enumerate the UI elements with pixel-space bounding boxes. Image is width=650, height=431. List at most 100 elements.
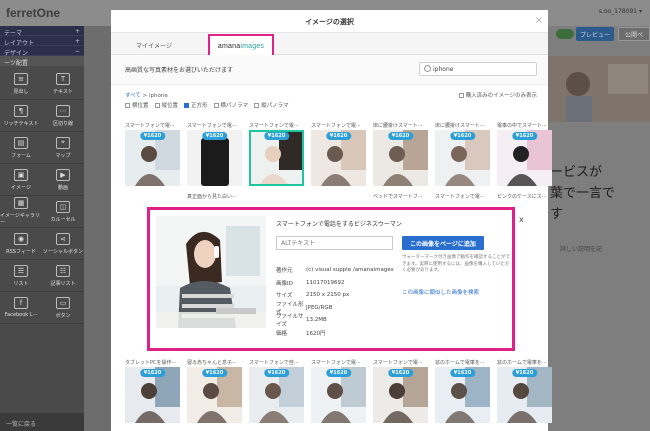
widget-item[interactable]: ⋯ 区切り線 [42,100,84,132]
widget-item[interactable]: ☰ リスト [0,260,42,292]
sidebar-section-1[interactable]: レイアウト + [0,36,84,47]
detail-close-icon[interactable]: x [519,215,524,224]
purchased-label: 購入済みのイメージのみ表示 [465,93,537,99]
filter-label: 横位置 [132,103,149,109]
widget-item[interactable]: T テキスト [42,68,84,100]
purchased-only-filter[interactable]: 購入済みのイメージのみ表示 [458,91,537,99]
image-caption: タブレットPCを操作··· [125,360,177,366]
widget-label: 動画 [57,184,68,191]
image-result[interactable]: スマートフォンで電··· ¥1620 [125,122,180,186]
image-caption-below: 真正面から見た白い··· [187,194,237,200]
filter-checkbox[interactable] [154,102,160,108]
image-thumbnail[interactable]: ¥1620 [187,130,242,186]
orientation-filter[interactable]: 横パノラマ [213,101,248,109]
sidebar-section-0[interactable]: テーマ + [0,26,84,37]
image-thumbnail[interactable]: ¥1620 [311,130,366,186]
search-similar-link[interactable]: この画像に類似した画像を検索 [402,288,479,296]
widget-item[interactable]: ▤ フォーム [0,132,42,164]
search-box[interactable] [419,62,537,76]
image-result[interactable]: スマートフォンで電··· ¥1620 [373,359,428,423]
orientation-filter[interactable]: 横位置 [125,101,149,109]
image-thumbnail[interactable]: ¥1620 [497,367,552,423]
widget-item[interactable]: ⋖ ソーシャルボタン [42,228,84,260]
search-input[interactable] [433,64,533,74]
widget-item[interactable]: ◉ RSSフィード [0,228,42,260]
breadcrumb-all-link[interactable]: すべて [125,93,141,99]
sidebar-section-2[interactable]: デザイン − [0,46,84,57]
image-caption: 床に腰掛けスマート··· [373,123,423,129]
image-result[interactable]: タブレットPCを操作··· ¥1620 [125,359,180,423]
account-menu[interactable]: s.oo_178091 ▾ [599,8,642,15]
filter-checkbox[interactable] [254,102,260,108]
widget-item[interactable]: ▶ 動画 [42,164,84,196]
close-icon[interactable]: × [535,15,543,26]
image-caption-below: ベッドでスマートフ··· [373,194,423,200]
filter-checkbox[interactable] [125,102,130,108]
facebook-icon: f [14,297,28,309]
widget-item[interactable]: ⌖ マップ [42,132,84,164]
price-badge: ¥1620 [139,369,166,377]
image-result[interactable]: 電車の中でスマート··· ¥1620 [497,122,552,186]
image-result[interactable]: 窓のホームで電車を··· ¥1620 [435,359,490,423]
widget-item[interactable]: f Facebook L··· [0,292,42,324]
filter-checkbox[interactable] [213,102,219,108]
widget-item[interactable]: ▭ ボタン [42,292,84,324]
image-thumbnail[interactable]: ¥1620 [125,367,180,423]
toggle-switch[interactable] [556,29,574,39]
widget-item[interactable]: ≡ 見出し [0,68,42,100]
image-thumbnail[interactable]: ¥1620 [435,367,490,423]
image-thumbnail[interactable]: ¥1620 ✔ [249,130,304,186]
image-result[interactable]: スマートフォンで電··· ¥1620 [187,122,242,186]
text-icon: T [56,72,70,85]
back-to-list-button[interactable]: 一覧に戻る [0,413,84,431]
orientation-filter[interactable]: 縦パノラマ [254,101,289,109]
filter-checkbox[interactable] [184,102,190,108]
metadata-value: 11017019692 [306,279,345,286]
image-thumbnail[interactable]: ¥1620 [311,367,366,423]
widget-item[interactable]: ☷ 記事リスト [42,260,84,292]
image-result[interactable]: 寝る赤ちゃんと息子··· ¥1620 [187,359,242,423]
purchased-checkbox[interactable] [458,92,464,98]
tab-amanaimages[interactable]: amana images [208,34,274,56]
image-result[interactable]: スマートフォンで電··· ¥1620 [311,122,366,186]
price-badge: ¥1620 [201,132,228,140]
share-icon: ⋖ [56,232,70,245]
image-caption-below [311,193,366,201]
image-caption: 窓のホームで電車を··· [497,360,547,366]
preview-button[interactable]: プレビュー [576,27,614,41]
image-result[interactable]: 窓のホームで電車を··· ¥1620 [497,359,552,423]
orientation-filter[interactable]: 縦位置 [154,101,178,109]
widget-item[interactable]: ◫ カルーセル [42,196,84,228]
image-metadata: 著作元 (c) visual supple /amanaimages 画像ID 110… [276,264,394,339]
image-result[interactable]: スマートフォンで電··· ¥1620 [311,359,366,423]
breadcrumb: すべて > iphone [125,91,168,99]
image-thumbnail[interactable]: ¥1620 [187,367,242,423]
image-result[interactable]: スマートフォンで自··· ¥1620 [249,359,304,423]
image-result[interactable]: 床に腰掛けスマート··· ¥1620 [373,122,428,186]
widget-grid: ≡ 見出し T テキスト ¶ リッチテキスト ⋯ 区切り線 ▤ フォーム ⌖ マップ ▣ イメージ ▶ 動画 ▦… [0,66,84,324]
image-thumbnail[interactable]: ¥1620 [373,367,428,423]
alt-text-input[interactable] [276,236,393,250]
expand-toggle-icon: + [74,28,80,35]
image-thumbnail[interactable]: ¥1620 [497,130,552,186]
orientation-filter[interactable]: 正方形 [184,101,208,109]
image-result[interactable]: 床に腰掛けスマート··· ¥1620 [435,122,490,186]
image-results-row-1: スマートフォンで電··· ¥1620 スマートフォンで電··· ¥1620 スマートフォ… [125,122,552,186]
image-result[interactable]: スマートフォンで電··· ¥1620 ✔ [249,122,304,186]
tab-my-images[interactable]: マイイメージ [136,41,172,50]
metadata-row: 画像ID 11017019692 [276,277,394,290]
add-to-page-button[interactable]: この画像をページに追加 [402,236,484,250]
publish-button[interactable]: 公開ペ [618,27,650,41]
image-thumbnail[interactable]: ¥1620 [373,130,428,186]
image-thumbnail[interactable]: ¥1620 [125,130,180,186]
widget-label: テキスト [53,88,73,95]
image-thumbnail[interactable]: ¥1620 [249,367,304,423]
widget-item[interactable]: ▦ イメージギャラリー [0,196,42,228]
image-thumbnail[interactable]: ¥1620 [435,130,490,186]
widget-item[interactable]: ▣ イメージ [0,164,42,196]
image-caption: 窓のホームで電車を··· [435,360,485,366]
rich-text-icon: ¶ [14,104,28,117]
widget-item[interactable]: ¶ リッチテキスト [0,100,42,132]
divider-icon: ⋯ [56,104,70,117]
app-logo: ferretOne [6,6,61,20]
